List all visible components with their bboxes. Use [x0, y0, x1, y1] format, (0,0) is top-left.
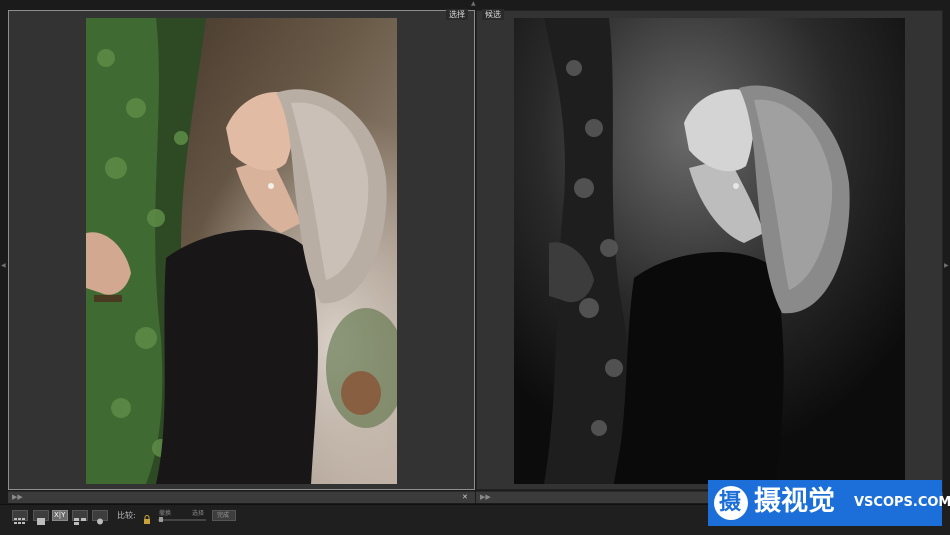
swap-slider-handle[interactable]	[159, 517, 163, 522]
loupe-view-icon[interactable]	[33, 510, 49, 525]
left-panel-toggle-icon[interactable]: ◀	[1, 262, 6, 269]
select-pane-tag: 选择	[446, 9, 468, 20]
color-portrait-image	[86, 18, 397, 484]
done-label: 完成	[217, 512, 230, 519]
people-view-icon[interactable]	[92, 510, 108, 525]
watermark-site: VSCOPS.COM	[854, 495, 950, 510]
watermark-brand: 摄视觉	[754, 486, 835, 517]
right-panel-toggle-icon[interactable]: ▶	[944, 262, 949, 269]
monochrome-portrait-image	[514, 18, 905, 484]
filmstrip-arrow-icon[interactable]: ▶▶	[12, 492, 23, 503]
watermark-badge: 摄 摄视觉 VSCOPS.COM	[708, 480, 950, 526]
filmstrip-arrow-icon[interactable]: ▶▶	[480, 492, 491, 503]
survey-view-icon[interactable]	[72, 510, 88, 525]
grid-view-icon[interactable]	[12, 510, 28, 524]
lock-icon[interactable]	[143, 510, 151, 524]
compare-view-icon[interactable]: X|Y	[52, 510, 68, 521]
candidate-photo[interactable]	[514, 18, 905, 484]
select-label: 选择	[192, 510, 205, 517]
close-icon[interactable]: ✕	[462, 492, 468, 503]
swap-slider[interactable]	[158, 519, 206, 521]
watermark-logo-icon: 摄	[714, 486, 748, 520]
watermark-logo-char: 摄	[719, 490, 742, 515]
select-photo[interactable]	[86, 18, 397, 484]
candidate-pane-tag: 候选	[482, 9, 504, 20]
xy-label: X|Y	[54, 511, 66, 519]
compare-label: 比较:	[117, 511, 136, 520]
candidate-pane[interactable]: 候选	[476, 9, 943, 490]
done-button[interactable]: 完成	[212, 510, 236, 521]
select-pane[interactable]: 选择	[8, 9, 475, 490]
select-pane-footer: ▶▶ ✕	[8, 491, 475, 503]
top-panel-toggle-icon[interactable]: ▲	[471, 0, 476, 7]
